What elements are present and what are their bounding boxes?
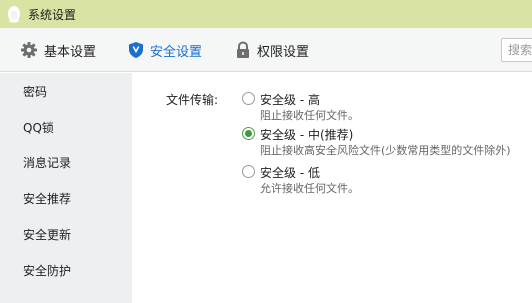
lock-icon (237, 41, 249, 58)
tab-permission-settings-label: 权限设置 (257, 44, 310, 60)
sidebar-item-qq-lock[interactable]: QQ锁 (0, 110, 132, 146)
option-description: 阻止接收高安全风险文件(少数常用类型的文件除外) (260, 144, 511, 157)
shield-icon (129, 42, 143, 58)
sidebar-item-security-recommend[interactable]: 安全推荐 (0, 181, 132, 217)
sidebar-item-security-update[interactable]: 安全更新 (0, 217, 132, 253)
sidebar: 密码 QQ锁 消息记录 安全推荐 安全更新 安全防护 (0, 73, 132, 303)
penguin-icon (8, 6, 20, 23)
window-title: 系统设置 (28, 8, 77, 22)
radio-button[interactable] (242, 92, 255, 105)
gear-icon (21, 42, 37, 58)
tab-basic-settings[interactable]: 基本设置 (20, 28, 96, 72)
option-description: 允许接收任何文件。 (260, 182, 359, 195)
tab-basic-settings-label: 基本设置 (44, 44, 97, 60)
tab-permission-settings[interactable]: 权限设置 (235, 28, 309, 72)
radio-button[interactable] (242, 165, 255, 178)
file-transfer-label: 文件传输: (166, 93, 219, 107)
settings-window: 系统设置 基本设置 安全设置 权限设置 搜索 密码 QQ锁 消息记录 安全推荐 … (0, 0, 532, 303)
radio-button-selected[interactable] (242, 127, 255, 140)
sidebar-item-security-protection[interactable]: 安全防护 (0, 253, 132, 289)
option-description: 阻止接收任何文件。 (260, 109, 359, 122)
option-title: 安全级 - 中(推荐) (260, 128, 354, 142)
option-title: 安全级 - 高 (260, 93, 320, 107)
toolbar: 基本设置 安全设置 权限设置 (0, 28, 532, 72)
sidebar-item-password[interactable]: 密码 (0, 74, 132, 110)
tab-security-settings-label: 安全设置 (150, 44, 203, 60)
search-input[interactable] (501, 38, 532, 62)
title-bar[interactable]: 系统设置 (0, 0, 532, 28)
tab-security-settings[interactable]: 安全设置 (128, 28, 202, 72)
option-title: 安全级 - 低 (260, 166, 320, 180)
sidebar-item-message-history[interactable]: 消息记录 (0, 145, 132, 181)
security-settings-panel: 文件传输: 安全级 - 高 阻止接收任何文件。 安全级 - 中(推荐) 阻止接收… (132, 73, 532, 303)
